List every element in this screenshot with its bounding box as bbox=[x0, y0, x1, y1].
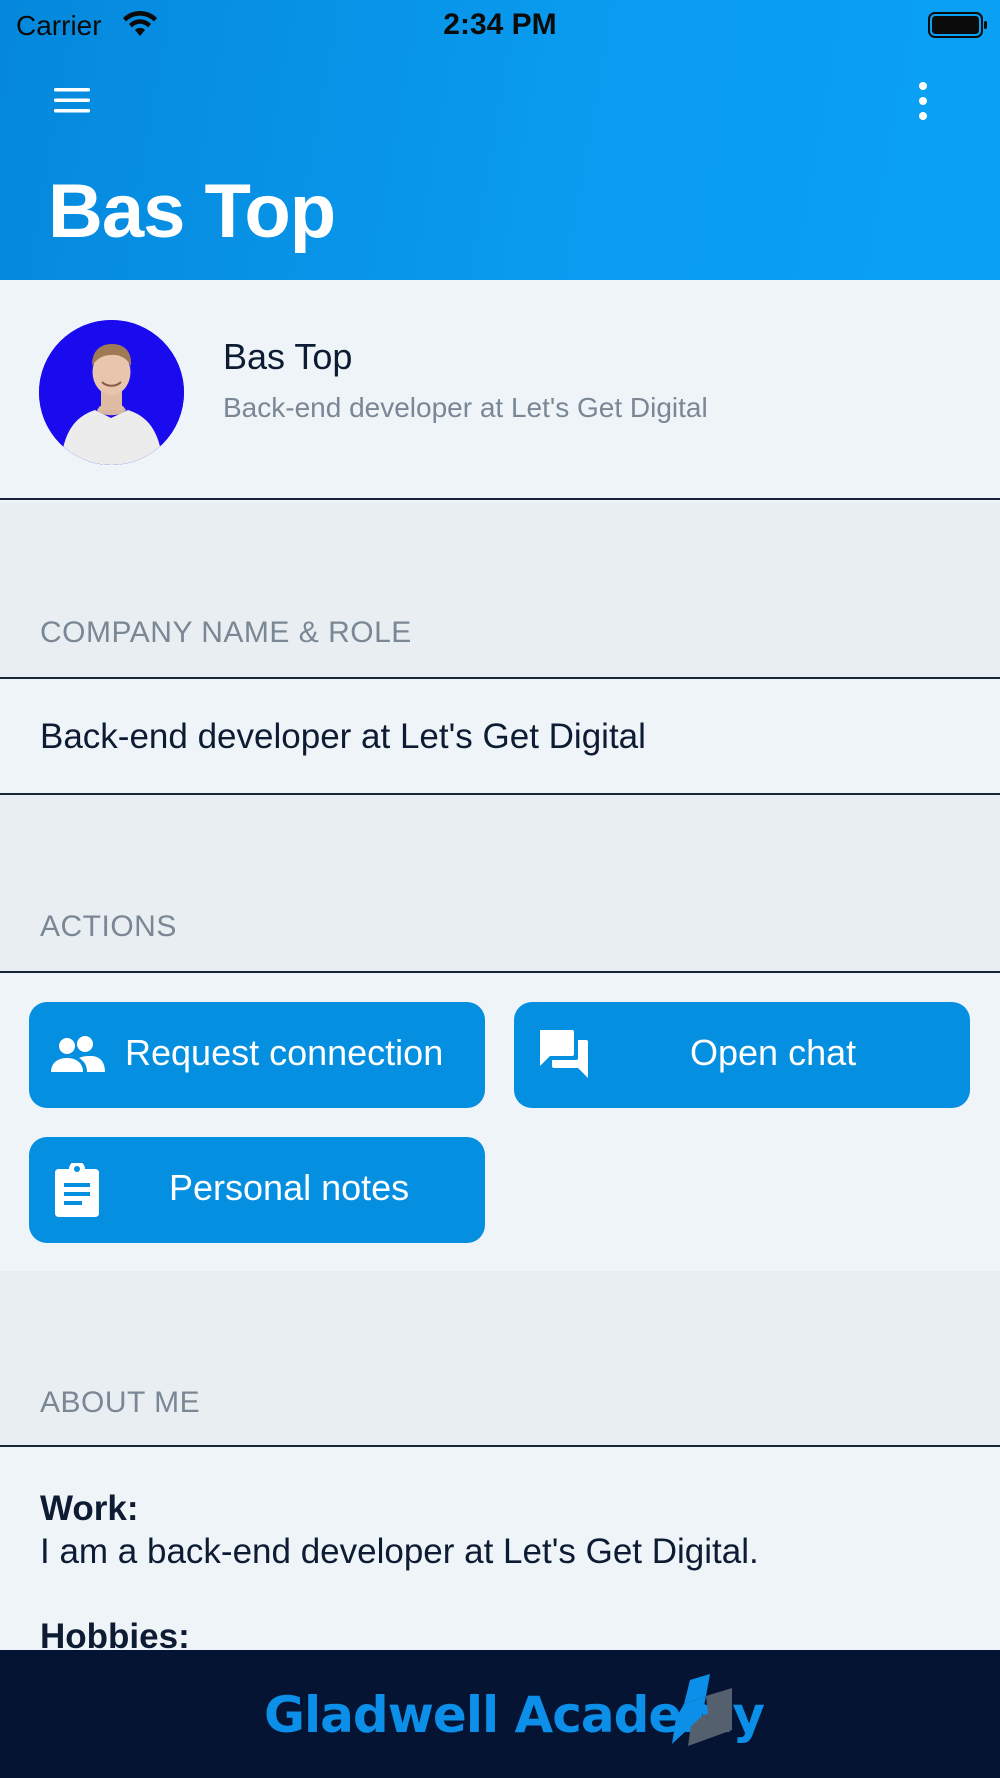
about-section-header: ABOUT ME bbox=[0, 1271, 1000, 1445]
personal-notes-label: Personal notes bbox=[169, 1167, 410, 1208]
open-chat-button[interactable]: Open chat bbox=[514, 1002, 970, 1108]
request-connection-button[interactable]: Request connection bbox=[29, 1002, 485, 1108]
status-bar: Carrier 2:34 PM bbox=[0, 0, 1000, 50]
company-section-header: COMPANY NAME & ROLE bbox=[0, 502, 1000, 677]
profile-card: Bas Top Back-end developer at Let's Get … bbox=[0, 280, 1000, 500]
profile-name: Bas Top bbox=[223, 336, 353, 377]
company-role-value: Back-end developer at Let's Get Digital bbox=[40, 717, 646, 756]
clipboard-icon bbox=[55, 1163, 99, 1217]
avatar-person-image bbox=[39, 320, 184, 465]
request-connection-label: Request connection bbox=[125, 1032, 444, 1073]
hamburger-menu-icon[interactable] bbox=[48, 80, 96, 120]
app-header: Carrier 2:34 PM Bas Top bbox=[0, 0, 1000, 280]
more-vertical-icon[interactable] bbox=[900, 78, 946, 124]
profile-subtitle: Back-end developer at Let's Get Digital bbox=[223, 392, 708, 423]
section-label-about: ABOUT ME bbox=[40, 1386, 201, 1419]
section-label-actions: ACTIONS bbox=[40, 910, 177, 943]
chat-icon bbox=[540, 1030, 588, 1078]
about-me-content: Work: I am a back-end developer at Let's… bbox=[0, 1445, 1000, 1650]
company-role-row: Back-end developer at Let's Get Digital bbox=[0, 677, 1000, 795]
about-work-text: I am a back-end developer at Let's Get D… bbox=[40, 1532, 759, 1571]
actions-area: Request connection Open chat Personal no… bbox=[0, 971, 1000, 1271]
actions-section-header: ACTIONS bbox=[0, 795, 1000, 971]
personal-notes-button[interactable]: Personal notes bbox=[29, 1137, 485, 1243]
open-chat-label: Open chat bbox=[690, 1032, 857, 1073]
brand-logo-icon bbox=[672, 1674, 732, 1746]
section-label-company: COMPANY NAME & ROLE bbox=[40, 616, 412, 649]
status-time: 2:34 PM bbox=[443, 8, 557, 41]
about-hobbies-heading: Hobbies: bbox=[40, 1617, 190, 1650]
footer-brand-bar: Gladwell Academy bbox=[0, 1650, 1000, 1778]
about-work-heading: Work: bbox=[40, 1489, 139, 1528]
page-title: Bas Top bbox=[48, 169, 336, 254]
avatar[interactable] bbox=[39, 320, 184, 465]
people-icon bbox=[51, 1036, 105, 1072]
battery-icon bbox=[928, 12, 987, 38]
